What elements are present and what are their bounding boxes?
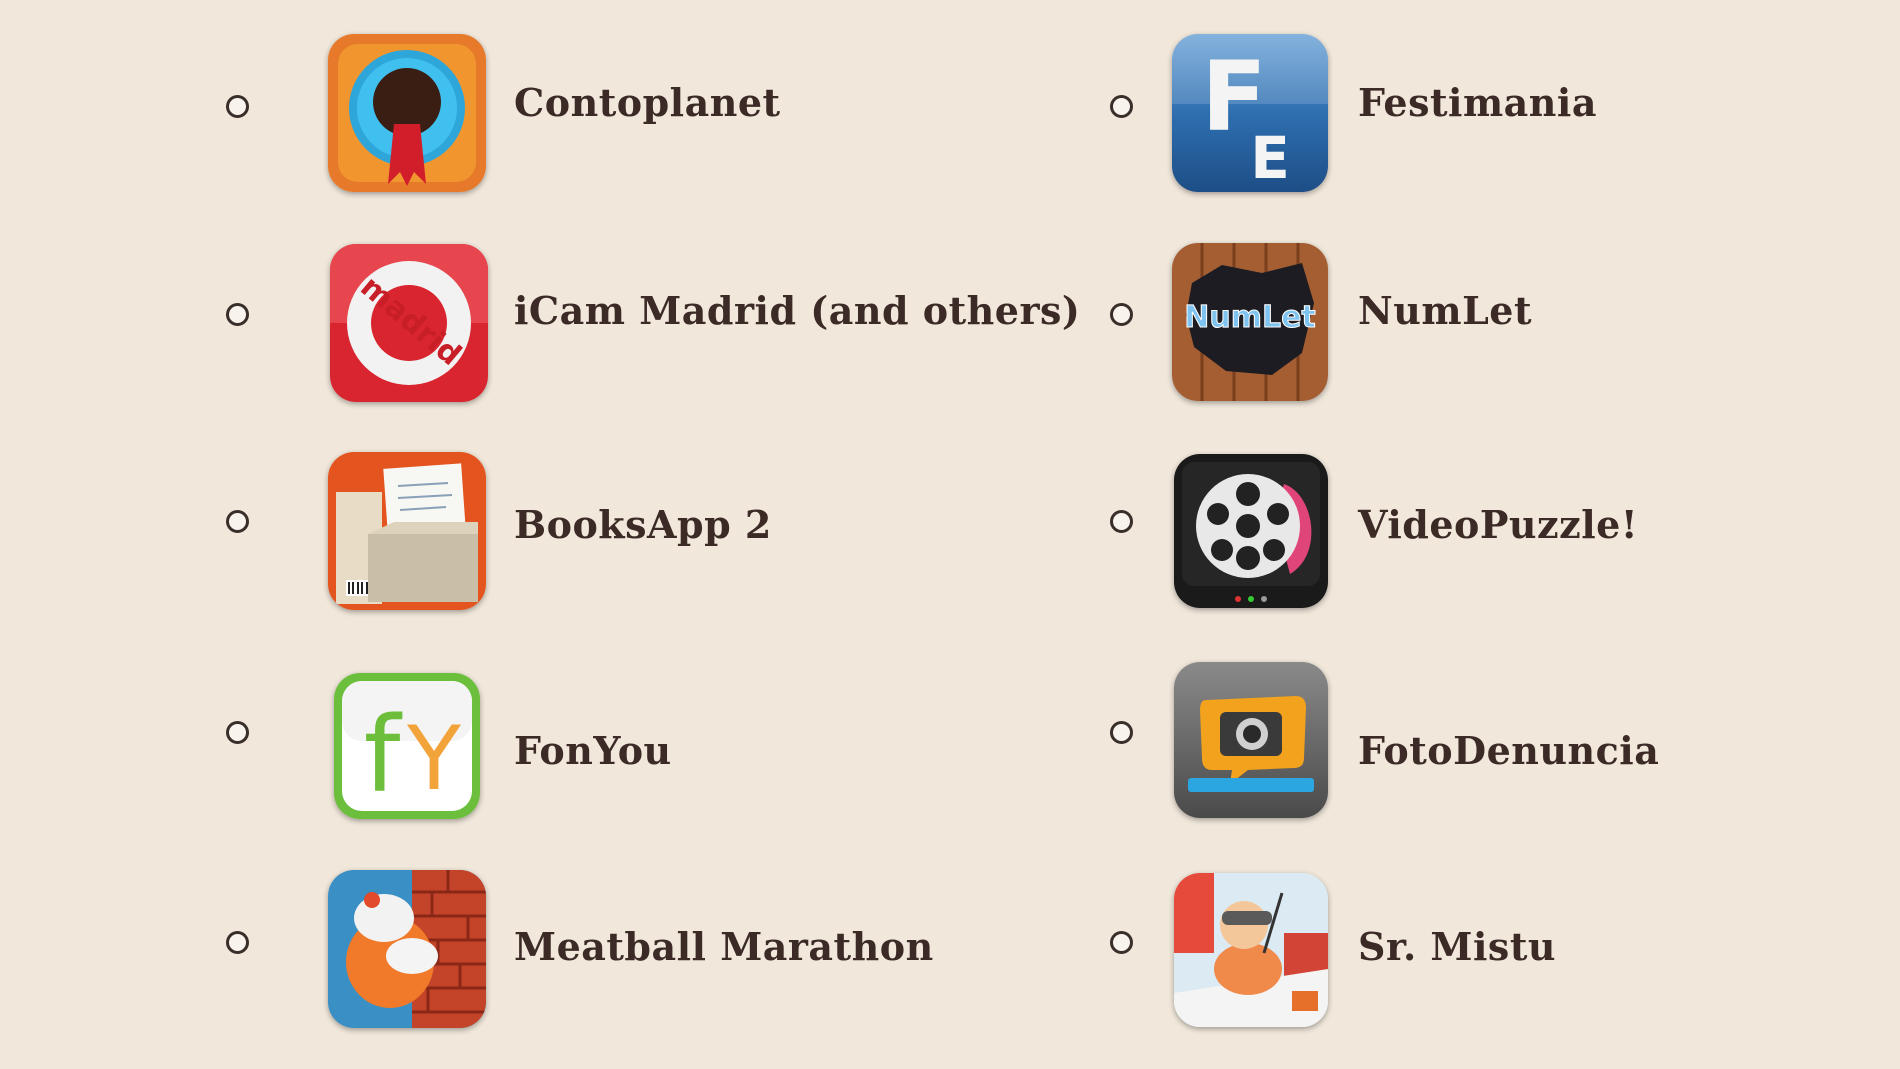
booksapp-icon (328, 452, 486, 610)
radio-numlet[interactable] (1110, 303, 1133, 326)
fonyou-y-text: Y (406, 707, 461, 810)
radio-icam-madrid[interactable] (226, 303, 249, 326)
option-meatball-marathon[interactable]: Meatball Marathon (226, 868, 1072, 1038)
meatball-marathon-icon (328, 870, 486, 1028)
option-festimania[interactable]: F E Festimania (1110, 28, 1900, 198)
sr-mistu-icon (1174, 873, 1328, 1027)
radio-fotodenuncia[interactable] (1110, 721, 1133, 744)
fonyou-icon: f Y (334, 673, 480, 819)
icam-madrid-icon: madrid (330, 244, 488, 402)
option-label: Meatball Marathon (514, 924, 934, 969)
numlet-icon: NumLet (1172, 243, 1328, 401)
option-label: FonYou (514, 728, 672, 773)
radio-meatball-marathon[interactable] (226, 931, 249, 954)
festimania-e-text: E (1250, 124, 1290, 192)
contoplanet-icon (328, 34, 486, 192)
option-numlet[interactable]: NumLet NumLet (1110, 238, 1900, 408)
option-fonyou[interactable]: f Y FonYou (226, 660, 1072, 830)
option-label: Sr. Mistu (1358, 924, 1557, 969)
option-contoplanet[interactable]: Contoplanet (226, 28, 1072, 198)
option-label: VideoPuzzle! (1358, 502, 1638, 547)
radio-sr-mistu[interactable] (1110, 931, 1133, 954)
option-label: iCam Madrid (and others) (514, 288, 1081, 333)
option-videopuzzle[interactable]: VideoPuzzle! (1110, 448, 1900, 618)
radio-videopuzzle[interactable] (1110, 510, 1133, 533)
option-label: Contoplanet (514, 80, 781, 125)
radio-booksapp[interactable] (226, 510, 249, 533)
app-poll: Contoplanet madrid iCam Madrid (and othe… (0, 0, 1900, 1069)
option-fotodenuncia[interactable]: FotoDenuncia (1110, 660, 1900, 830)
option-sr-mistu[interactable]: Sr. Mistu (1110, 868, 1900, 1038)
fonyou-f-text: f (364, 694, 403, 816)
radio-festimania[interactable] (1110, 95, 1133, 118)
option-label: FotoDenuncia (1358, 728, 1660, 773)
option-label: BooksApp 2 (514, 502, 772, 547)
option-label: Festimania (1358, 80, 1597, 125)
option-icam-madrid[interactable]: madrid iCam Madrid (and others) (226, 238, 1080, 408)
fotodenuncia-icon (1174, 662, 1328, 818)
videopuzzle-icon (1174, 454, 1328, 608)
option-booksapp[interactable]: BooksApp 2 (226, 448, 1072, 618)
radio-contoplanet[interactable] (226, 95, 249, 118)
option-label: NumLet (1358, 288, 1533, 333)
festimania-icon: F E (1172, 34, 1328, 192)
numlet-icon-text: NumLet (1184, 300, 1316, 335)
radio-fonyou[interactable] (226, 721, 249, 744)
